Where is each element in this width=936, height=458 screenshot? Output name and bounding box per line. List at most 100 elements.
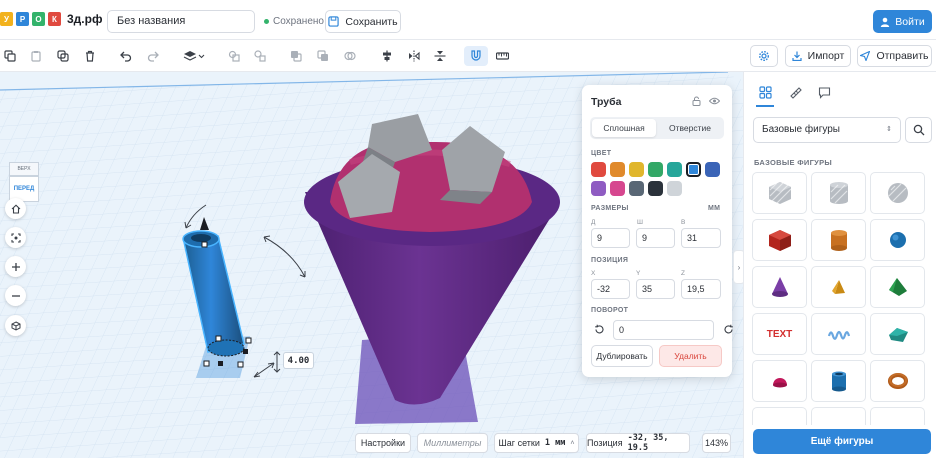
- flip-icon[interactable]: [430, 46, 450, 66]
- color-swatch[interactable]: [629, 181, 644, 196]
- toolbar: Импорт Отправить: [0, 40, 936, 72]
- paste-icon[interactable]: [26, 46, 46, 66]
- grid-step-select[interactable]: Шаг сетки 1 мм ˄: [494, 433, 579, 453]
- position-caption: ПОЗИЦИЯ: [591, 257, 629, 264]
- status-dot-icon: [264, 19, 269, 24]
- import-button[interactable]: Импорт: [785, 45, 851, 67]
- shapes-grid-icon[interactable]: [757, 84, 773, 100]
- rotate-left-icon[interactable]: [594, 324, 605, 335]
- position-status-value: -32, 35, 19.5: [627, 433, 669, 453]
- color-swatch-selected[interactable]: [686, 162, 701, 177]
- shape-tile-tube[interactable]: [811, 360, 866, 402]
- shape-tile-box[interactable]: [752, 219, 807, 261]
- zoom-level[interactable]: 143%: [702, 433, 731, 453]
- delete-icon[interactable]: [80, 46, 100, 66]
- zoom-out-button[interactable]: [5, 285, 26, 306]
- shape-tile-sphere-hole[interactable]: [870, 172, 925, 214]
- shape-tile-cylinder[interactable]: [811, 219, 866, 261]
- logo[interactable]: У Р О К 3д.рф: [0, 12, 102, 26]
- comment-icon[interactable]: [816, 84, 832, 100]
- shape-tile[interactable]: [811, 407, 866, 425]
- position-y-input[interactable]: 35: [636, 279, 675, 299]
- ruler-icon[interactable]: [492, 46, 512, 66]
- shape-tile-paraboloid[interactable]: [870, 313, 925, 355]
- copy-icon[interactable]: [0, 46, 20, 66]
- size-caption: РАЗМЕРЫ: [591, 205, 629, 212]
- shape-tile-torus[interactable]: [870, 360, 925, 402]
- shape-category-value: Базовые фигуры: [762, 124, 840, 135]
- mirror-icon[interactable]: [404, 46, 424, 66]
- delete-button[interactable]: Удалить: [659, 345, 722, 367]
- shape-tile-roof[interactable]: [870, 266, 925, 308]
- shape-tile-box-hole[interactable]: [752, 172, 807, 214]
- size-height-input[interactable]: 31: [681, 228, 721, 248]
- shape-tile-sphere[interactable]: [870, 219, 925, 261]
- more-shapes-button[interactable]: Ещё фигуры: [753, 429, 931, 454]
- search-icon: [913, 124, 924, 136]
- shape-tile[interactable]: [870, 407, 925, 425]
- login-button[interactable]: Войти: [873, 10, 932, 33]
- align-right-icon[interactable]: [340, 46, 360, 66]
- ungroup-icon[interactable]: [250, 46, 270, 66]
- save-button[interactable]: Сохранить: [325, 10, 401, 33]
- hole-option[interactable]: Отверстие: [658, 119, 722, 137]
- rotate-right-icon[interactable]: [723, 324, 734, 335]
- paraboloid-icon: [888, 328, 908, 342]
- rotation-input[interactable]: 0: [613, 320, 714, 340]
- ruler-icon[interactable]: [787, 84, 803, 100]
- size-length-input[interactable]: 9: [591, 228, 630, 248]
- solid-option[interactable]: Сплошная: [592, 119, 656, 137]
- units-status[interactable]: Миллиметры: [417, 433, 488, 453]
- color-swatch[interactable]: [705, 162, 720, 177]
- color-swatch[interactable]: [629, 162, 644, 177]
- send-button[interactable]: Отправить: [857, 45, 932, 67]
- group-icon[interactable]: [224, 46, 244, 66]
- shape-tile-pyramid[interactable]: [811, 266, 866, 308]
- size-width-input[interactable]: 9: [636, 228, 675, 248]
- shape-tile-text[interactable]: TEXT: [752, 313, 807, 355]
- color-swatch[interactable]: [667, 181, 682, 196]
- color-swatch[interactable]: [591, 162, 606, 177]
- color-swatch[interactable]: [610, 181, 625, 196]
- align-center-icon[interactable]: [313, 46, 333, 66]
- position-x-input[interactable]: -32: [591, 279, 630, 299]
- save-icon: [328, 16, 340, 27]
- color-swatch[interactable]: [648, 181, 663, 196]
- dimension-input[interactable]: 4.00: [283, 352, 314, 369]
- color-swatch[interactable]: [648, 162, 663, 177]
- settings-button[interactable]: [750, 45, 778, 67]
- redo-icon[interactable]: [143, 46, 163, 66]
- color-swatch[interactable]: [610, 162, 625, 177]
- shape-tile-cone[interactable]: [752, 266, 807, 308]
- shape-tile-scribble[interactable]: [811, 313, 866, 355]
- fit-view-button[interactable]: [5, 227, 26, 248]
- visibility-icon[interactable]: [709, 97, 720, 105]
- roof-icon: [888, 278, 907, 296]
- view-cube-top[interactable]: ВЕРХ: [9, 162, 39, 176]
- magnet-icon[interactable]: [464, 46, 488, 66]
- cylinder-icon: [830, 230, 847, 251]
- project-title-input[interactable]: Без названия: [107, 10, 255, 33]
- perspective-button[interactable]: [5, 315, 26, 336]
- save-status-text: Сохранено: [273, 16, 324, 27]
- shape-category-select[interactable]: Базовые фигуры ⇕: [753, 117, 901, 143]
- zoom-in-button[interactable]: [5, 256, 26, 277]
- settings-status-button[interactable]: Настройки: [355, 433, 411, 453]
- color-swatch[interactable]: [591, 181, 606, 196]
- duplicate-icon[interactable]: [53, 46, 73, 66]
- shape-tile-half-sphere[interactable]: [752, 360, 807, 402]
- shape-tile[interactable]: [752, 407, 807, 425]
- search-button[interactable]: [905, 117, 932, 143]
- align-left-icon[interactable]: [286, 46, 306, 66]
- save-status: Сохранено: [264, 16, 324, 27]
- color-swatch[interactable]: [667, 162, 682, 177]
- fit-icon: [10, 232, 21, 243]
- position-z-input[interactable]: 19,5: [681, 279, 721, 299]
- undo-icon[interactable]: [116, 46, 136, 66]
- view-dropdown-icon[interactable]: [181, 46, 207, 66]
- home-view-button[interactable]: [5, 198, 26, 219]
- duplicate-button[interactable]: Дублировать: [591, 345, 653, 367]
- shape-tile-cylinder-hole[interactable]: [811, 172, 866, 214]
- lock-icon[interactable]: [692, 96, 701, 106]
- align-icon[interactable]: [377, 46, 397, 66]
